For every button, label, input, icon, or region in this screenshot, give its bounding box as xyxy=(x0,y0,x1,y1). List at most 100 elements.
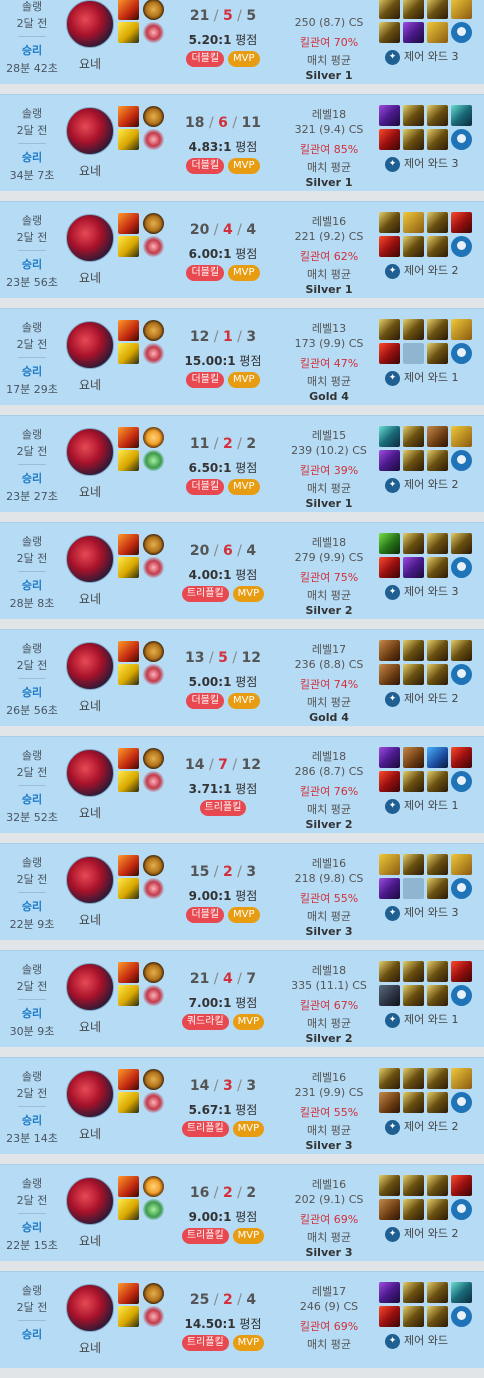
item-slot-icon[interactable] xyxy=(427,212,448,233)
item-slot-icon[interactable] xyxy=(451,426,472,447)
item-slot-icon[interactable] xyxy=(403,319,424,340)
trinket-ward-icon[interactable] xyxy=(451,771,472,792)
item-slot-icon[interactable] xyxy=(403,105,424,126)
item-slot-icon[interactable] xyxy=(427,1282,448,1303)
match-row[interactable]: 솔랭 2달 전 승리 32분 52초 요네 14 / 7 / 12 3.71:1… xyxy=(0,736,484,833)
champion-portrait[interactable] xyxy=(66,428,114,476)
item-slot-icon[interactable] xyxy=(451,1282,472,1303)
champion-portrait[interactable] xyxy=(66,1070,114,1118)
item-slot-icon[interactable] xyxy=(427,1175,448,1196)
item-slot-icon[interactable] xyxy=(403,640,424,661)
match-row[interactable]: 솔랭 2달 전 승리 28분 42초 요네 21 / 5 / 5 5.20:1 … xyxy=(0,0,484,84)
item-slot-icon[interactable] xyxy=(379,747,400,768)
item-slot-icon[interactable] xyxy=(403,985,424,1006)
match-row[interactable]: 솔랭 2달 전 승리 23분 27초 요네 11 / 2 / 2 6.50:1 … xyxy=(0,415,484,512)
item-slot-icon[interactable] xyxy=(379,426,400,447)
item-slot-icon[interactable] xyxy=(451,0,472,19)
trinket-ward-icon[interactable] xyxy=(451,236,472,257)
trinket-ward-icon[interactable] xyxy=(451,22,472,43)
item-slot-icon[interactable] xyxy=(427,533,448,554)
item-slot-icon[interactable] xyxy=(427,22,448,43)
trinket-ward-icon[interactable] xyxy=(451,878,472,899)
match-row[interactable]: 솔랭 2달 전 승리 22분 9초 요네 15 / 2 / 3 9.00:1 평… xyxy=(0,843,484,940)
item-slot-icon[interactable] xyxy=(379,22,400,43)
item-slot-icon[interactable] xyxy=(427,961,448,982)
item-slot-icon[interactable] xyxy=(451,533,472,554)
item-slot-icon[interactable] xyxy=(451,1175,472,1196)
match-row[interactable]: 솔랭 2달 전 승리 23분 14초 요네 14 / 3 / 3 5.67:1 … xyxy=(0,1057,484,1154)
trinket-ward-icon[interactable] xyxy=(451,664,472,685)
item-slot-icon[interactable] xyxy=(403,129,424,150)
item-slot-icon[interactable] xyxy=(427,747,448,768)
item-slot-icon[interactable] xyxy=(379,1282,400,1303)
item-slot-icon[interactable] xyxy=(379,985,400,1006)
item-slot-icon[interactable] xyxy=(379,557,400,578)
item-slot-icon[interactable] xyxy=(379,664,400,685)
item-slot-icon[interactable] xyxy=(427,450,448,471)
item-slot-icon[interactable] xyxy=(403,664,424,685)
trinket-ward-icon[interactable] xyxy=(451,557,472,578)
item-slot-icon[interactable] xyxy=(379,1306,400,1327)
item-slot-icon[interactable] xyxy=(451,319,472,340)
trinket-ward-icon[interactable] xyxy=(451,985,472,1006)
match-row[interactable]: 솔랭 2달 전 승리 22분 15초 요네 16 / 2 / 2 9.00:1 … xyxy=(0,1164,484,1261)
trinket-ward-icon[interactable] xyxy=(451,343,472,364)
trinket-ward-icon[interactable] xyxy=(451,1092,472,1113)
item-slot-icon[interactable] xyxy=(379,236,400,257)
item-slot-icon[interactable] xyxy=(403,1199,424,1220)
trinket-ward-icon[interactable] xyxy=(451,450,472,471)
champion-portrait[interactable] xyxy=(66,535,114,583)
item-slot-icon[interactable] xyxy=(403,854,424,875)
item-slot-icon[interactable] xyxy=(451,961,472,982)
match-row[interactable]: 솔랭 2달 전 승리 26분 56초 요네 13 / 5 / 12 5.00:1… xyxy=(0,629,484,726)
item-slot-icon[interactable] xyxy=(403,878,424,899)
champion-portrait[interactable] xyxy=(66,321,114,369)
match-row[interactable]: 솔랭 2달 전 승리 34분 7초 요네 18 / 6 / 11 4.83:1 … xyxy=(0,94,484,191)
trinket-ward-icon[interactable] xyxy=(451,1306,472,1327)
champion-portrait[interactable] xyxy=(66,0,114,48)
item-slot-icon[interactable] xyxy=(379,450,400,471)
item-slot-icon[interactable] xyxy=(379,961,400,982)
item-slot-icon[interactable] xyxy=(403,0,424,19)
item-slot-icon[interactable] xyxy=(451,212,472,233)
item-slot-icon[interactable] xyxy=(403,1092,424,1113)
champion-portrait[interactable] xyxy=(66,1284,114,1332)
item-slot-icon[interactable] xyxy=(427,1068,448,1089)
item-slot-icon[interactable] xyxy=(403,1282,424,1303)
item-slot-icon[interactable] xyxy=(379,533,400,554)
match-row[interactable]: 솔랭 2달 전 승리 28분 8초 요네 20 / 6 / 4 4.00:1 평… xyxy=(0,522,484,619)
item-slot-icon[interactable] xyxy=(379,771,400,792)
trinket-ward-icon[interactable] xyxy=(451,129,472,150)
item-slot-icon[interactable] xyxy=(427,1199,448,1220)
item-slot-icon[interactable] xyxy=(379,129,400,150)
item-slot-icon[interactable] xyxy=(403,426,424,447)
item-slot-icon[interactable] xyxy=(379,1092,400,1113)
champion-portrait[interactable] xyxy=(66,856,114,904)
item-slot-icon[interactable] xyxy=(427,319,448,340)
item-slot-icon[interactable] xyxy=(403,771,424,792)
item-slot-icon[interactable] xyxy=(451,105,472,126)
item-slot-icon[interactable] xyxy=(379,212,400,233)
champion-portrait[interactable] xyxy=(66,642,114,690)
item-slot-icon[interactable] xyxy=(427,236,448,257)
item-slot-icon[interactable] xyxy=(403,236,424,257)
match-row[interactable]: 솔랭 2달 전 승리 23분 56초 요네 20 / 4 / 4 6.00:1 … xyxy=(0,201,484,298)
item-slot-icon[interactable] xyxy=(427,105,448,126)
item-slot-icon[interactable] xyxy=(403,343,424,364)
trinket-ward-icon[interactable] xyxy=(451,1199,472,1220)
item-slot-icon[interactable] xyxy=(403,1306,424,1327)
item-slot-icon[interactable] xyxy=(427,771,448,792)
item-slot-icon[interactable] xyxy=(379,1068,400,1089)
item-slot-icon[interactable] xyxy=(379,1175,400,1196)
item-slot-icon[interactable] xyxy=(427,557,448,578)
item-slot-icon[interactable] xyxy=(451,1068,472,1089)
match-row[interactable]: 솔랭 2달 전 승리 30분 9초 요네 21 / 4 / 7 7.00:1 평… xyxy=(0,950,484,1047)
champion-portrait[interactable] xyxy=(66,107,114,155)
item-slot-icon[interactable] xyxy=(379,854,400,875)
champion-portrait[interactable] xyxy=(66,1177,114,1225)
item-slot-icon[interactable] xyxy=(403,533,424,554)
item-slot-icon[interactable] xyxy=(427,664,448,685)
item-slot-icon[interactable] xyxy=(451,854,472,875)
item-slot-icon[interactable] xyxy=(403,22,424,43)
item-slot-icon[interactable] xyxy=(403,747,424,768)
